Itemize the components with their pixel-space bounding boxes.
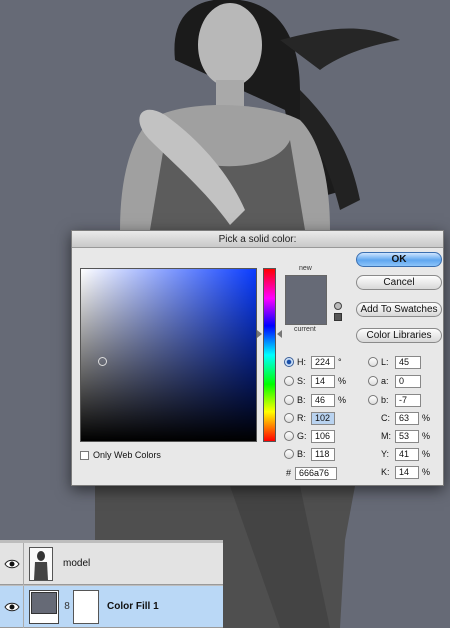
black-unit: % xyxy=(422,467,431,477)
visibility-toggle[interactable] xyxy=(0,585,24,628)
lightness-radio[interactable] xyxy=(368,357,378,367)
hue-unit: ° xyxy=(338,357,342,367)
brightness-radio[interactable] xyxy=(284,395,294,405)
layer-mask-thumbnail[interactable] xyxy=(73,589,99,624)
dialog-title: Pick a solid color: xyxy=(72,231,443,248)
brightness-input[interactable]: 46 xyxy=(311,393,335,407)
saturation-input[interactable]: 14 xyxy=(311,374,335,388)
blue-label: B: xyxy=(297,449,306,459)
blue-radio[interactable] xyxy=(284,449,294,459)
layer-name[interactable]: model xyxy=(63,558,90,569)
yellow-unit: % xyxy=(422,449,431,459)
layer-thumbnail xyxy=(29,546,53,581)
a-channel-radio[interactable] xyxy=(368,376,378,386)
magenta-label: M: xyxy=(381,431,391,441)
yellow-input[interactable]: 41 xyxy=(395,447,419,461)
hex-input[interactable]: 666a76 xyxy=(295,466,338,480)
brightness-row: B: 46 % xyxy=(284,393,346,407)
web-safe-warning-icon[interactable] xyxy=(334,313,342,321)
blue-input[interactable]: 118 xyxy=(311,447,335,461)
yellow-row: Y: 41 % xyxy=(381,447,430,461)
hue-input[interactable]: 224 xyxy=(311,355,335,369)
color-libraries-button[interactable]: Color Libraries xyxy=(356,328,442,343)
chain-link-icon[interactable]: 8 xyxy=(62,601,72,612)
fill-color-preview xyxy=(31,591,57,614)
hex-label: # xyxy=(286,468,292,478)
hue-radio[interactable] xyxy=(284,357,294,367)
cyan-row: C: 63 % xyxy=(381,411,430,425)
new-label: new xyxy=(299,265,312,272)
saturation-row: S: 14 % xyxy=(284,374,346,388)
a-channel-row: a: 0 xyxy=(368,374,421,388)
saturation-radio[interactable] xyxy=(284,376,294,386)
cyan-input[interactable]: 63 xyxy=(395,411,419,425)
color-swatch xyxy=(285,275,327,325)
layer-model[interactable]: model xyxy=(0,542,223,585)
current-label: current xyxy=(294,326,316,333)
red-input[interactable]: 102 xyxy=(311,411,335,425)
b-channel-input[interactable]: -7 xyxy=(395,393,421,407)
color-field-marker[interactable] xyxy=(98,357,107,366)
cyan-label: C: xyxy=(381,413,390,423)
black-row: K: 14 % xyxy=(381,465,430,479)
hue-slider[interactable] xyxy=(263,268,276,442)
visibility-toggle[interactable] xyxy=(0,542,24,585)
blue-row: B: 118 xyxy=(284,447,335,461)
black-label: K: xyxy=(381,467,390,477)
lightness-row: L: 45 xyxy=(368,355,421,369)
cancel-button[interactable]: Cancel xyxy=(356,275,442,290)
cyan-unit: % xyxy=(422,413,431,423)
add-to-swatches-button[interactable]: Add To Swatches xyxy=(356,302,442,317)
eye-icon xyxy=(3,602,20,611)
b-channel-row: b: -7 xyxy=(368,393,421,407)
magenta-row: M: 53 % xyxy=(381,429,430,443)
lightness-label: L: xyxy=(381,357,389,367)
out-of-gamut-warning-icon[interactable] xyxy=(334,302,342,310)
green-row: G: 106 xyxy=(284,429,335,443)
layers-panel: model 8 Color Fill 1 xyxy=(0,540,223,628)
only-web-colors-option[interactable]: Only Web Colors xyxy=(80,450,161,460)
brightness-unit: % xyxy=(338,395,347,405)
lightness-input[interactable]: 45 xyxy=(395,355,421,369)
b-channel-radio[interactable] xyxy=(368,395,378,405)
a-channel-input[interactable]: 0 xyxy=(395,374,421,388)
black-input[interactable]: 14 xyxy=(395,465,419,479)
hex-row: # 666a76 xyxy=(284,466,338,480)
a-channel-label: a: xyxy=(381,376,389,386)
ok-button[interactable]: OK xyxy=(356,252,442,267)
b-channel-label: b: xyxy=(381,395,389,405)
model-thumbnail-icon xyxy=(30,547,52,580)
red-row: R: 102 xyxy=(284,411,335,425)
saturation-unit: % xyxy=(338,376,347,386)
red-label: R: xyxy=(297,413,306,423)
green-radio[interactable] xyxy=(284,431,294,441)
saturation-label: S: xyxy=(297,376,306,386)
hue-row: H: 224 ° xyxy=(284,355,342,369)
only-web-colors-checkbox[interactable] xyxy=(80,450,89,460)
layer-color-fill[interactable]: 8 Color Fill 1 xyxy=(0,585,223,628)
layer-name[interactable]: Color Fill 1 xyxy=(107,601,159,612)
eye-icon xyxy=(3,559,20,568)
fill-layer-thumbnail[interactable] xyxy=(29,589,59,624)
brightness-label: B: xyxy=(297,395,306,405)
magenta-input[interactable]: 53 xyxy=(395,429,419,443)
only-web-colors-label: Only Web Colors xyxy=(93,450,161,460)
red-radio[interactable] xyxy=(284,413,294,423)
saturation-brightness-field[interactable] xyxy=(80,268,257,442)
yellow-label: Y: xyxy=(381,449,390,459)
magenta-unit: % xyxy=(422,431,431,441)
green-input[interactable]: 106 xyxy=(311,429,335,443)
color-picker-dialog: Pick a solid color: new current OK Cance… xyxy=(71,230,444,486)
hue-slider-left-handle[interactable] xyxy=(257,330,262,338)
hue-slider-right-handle[interactable] xyxy=(277,330,282,338)
hue-label: H: xyxy=(297,357,306,367)
green-label: G: xyxy=(297,431,307,441)
